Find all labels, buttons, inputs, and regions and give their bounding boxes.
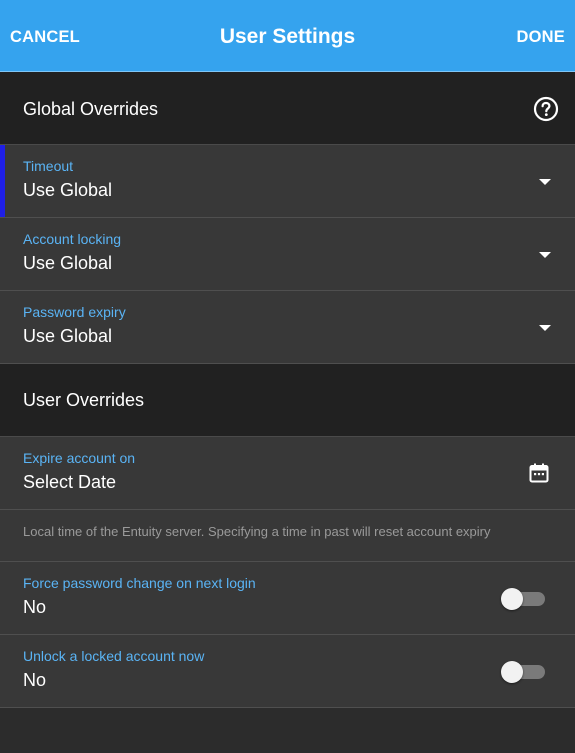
unlock-account-label: Unlock a locked account now <box>23 648 205 664</box>
expire-account-value: Select Date <box>23 472 117 492</box>
account-locking-label: Account locking <box>23 231 122 247</box>
app-bar: CANCEL User Settings DONE <box>0 0 575 72</box>
account-locking-value: Use Global <box>23 253 113 273</box>
global-overrides-header: Global Overrides <box>0 72 575 145</box>
unlock-account-row: Unlock a locked account now No <box>0 635 575 708</box>
user-overrides-title: User Overrides <box>23 390 145 410</box>
dropdown-arrow-icon[interactable] <box>539 252 551 258</box>
expire-account-hint: Local time of the Entuity server. Specif… <box>23 524 491 539</box>
toggle-thumb <box>501 661 523 683</box>
bottom-spacer <box>0 708 575 753</box>
dropdown-arrow-icon[interactable] <box>539 179 551 185</box>
force-password-change-toggle[interactable] <box>501 587 545 611</box>
account-locking-select[interactable]: Account locking Use Global <box>0 218 575 291</box>
toggle-thumb <box>501 588 523 610</box>
calendar-icon[interactable] <box>529 463 549 483</box>
expire-account-date-picker[interactable]: Expire account on Select Date <box>0 437 575 510</box>
dropdown-arrow-icon[interactable] <box>539 325 551 331</box>
user-overrides-header: User Overrides <box>0 364 575 437</box>
done-button[interactable]: DONE <box>517 0 565 72</box>
global-overrides-title: Global Overrides <box>23 99 159 119</box>
force-password-change-row: Force password change on next login No <box>0 562 575 635</box>
password-expiry-value: Use Global <box>23 326 113 346</box>
unlock-account-value: No <box>23 670 47 690</box>
expire-account-label: Expire account on <box>23 450 136 466</box>
timeout-value: Use Global <box>23 180 113 200</box>
help-circle-icon[interactable] <box>533 96 559 122</box>
force-password-change-label: Force password change on next login <box>23 575 256 591</box>
timeout-label: Timeout <box>23 158 74 174</box>
password-expiry-label: Password expiry <box>23 304 126 320</box>
force-password-change-value: No <box>23 597 47 617</box>
expire-account-hint-row: Local time of the Entuity server. Specif… <box>0 510 575 562</box>
timeout-select[interactable]: Timeout Use Global <box>0 145 575 218</box>
unlock-account-toggle[interactable] <box>501 660 545 684</box>
password-expiry-select[interactable]: Password expiry Use Global <box>0 291 575 364</box>
page-title: User Settings <box>219 25 356 48</box>
